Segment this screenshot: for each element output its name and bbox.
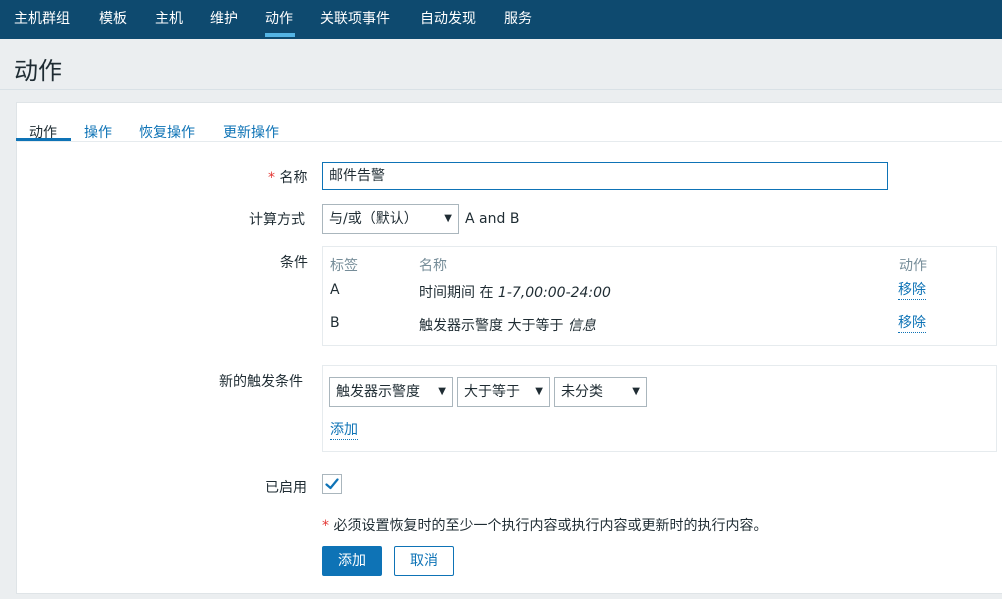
condition-operator-value: 大于等于 — [464, 384, 520, 400]
required-asterisk: * — [322, 518, 329, 534]
add-condition-link[interactable]: 添加 — [330, 422, 358, 440]
add-button[interactable]: 添加 — [322, 546, 382, 576]
required-asterisk: * — [268, 170, 275, 186]
tab-divider — [16, 141, 1002, 142]
nav-item-maintenance[interactable]: 维护 — [210, 0, 238, 39]
new-condition-label: 新的触发条件 — [219, 374, 303, 390]
tab-operations[interactable]: 操作 — [84, 122, 112, 142]
calc-label: 计算方式 — [249, 212, 305, 228]
enabled-checkbox[interactable] — [322, 474, 342, 494]
conditions-label: 条件 — [280, 255, 308, 271]
condition-row-b-name: 触发器示警度 大于等于 信息 — [419, 315, 596, 335]
tab-recovery-operations[interactable]: 恢复操作 — [139, 122, 195, 142]
nav-item-hosts[interactable]: 主机 — [155, 0, 183, 39]
name-input[interactable]: 邮件告警 — [322, 162, 888, 190]
calc-method-select[interactable]: 与/或（默认） ▼ — [322, 204, 459, 234]
condition-value-value: 未分类 — [561, 384, 603, 400]
condition-row-a-remove-link[interactable]: 移除 — [898, 282, 926, 300]
nav-item-templates[interactable]: 模板 — [99, 0, 127, 39]
name-label-text: 名称 — [279, 170, 308, 186]
condition-row-b-remove-link[interactable]: 移除 — [898, 315, 926, 333]
condition-type-value: 触发器示警度 — [336, 384, 420, 400]
condition-operator-select[interactable]: 大于等于 ▼ — [457, 377, 550, 407]
enabled-label: 已启用 — [265, 480, 307, 496]
page-title: 动作 — [14, 57, 62, 85]
dropdown-arrow-icon: ▼ — [632, 386, 640, 397]
nav-item-host-groups[interactable]: 主机群组 — [14, 0, 70, 39]
dropdown-arrow-icon: ▼ — [444, 213, 452, 224]
condition-row-b-name-prefix: 触发器示警度 大于等于 — [419, 318, 568, 334]
calc-method-value: 与/或（默认） — [329, 211, 418, 227]
nav-item-discovery[interactable]: 自动发现 — [420, 0, 476, 39]
condition-type-select[interactable]: 触发器示警度 ▼ — [329, 377, 453, 407]
conditions-header-name: 名称 — [419, 258, 447, 274]
nav-active-indicator — [265, 33, 295, 37]
dropdown-arrow-icon: ▼ — [535, 386, 543, 397]
conditions-header-tag: 标签 — [330, 258, 358, 274]
tab-update-operations[interactable]: 更新操作 — [223, 122, 279, 142]
condition-row-a-name-value: 1-7,00:00-24:00 — [497, 285, 611, 301]
condition-row-b-name-value: 信息 — [567, 318, 596, 334]
top-navigation: 主机群组 模板 主机 维护 动作 关联项事件 自动发现 服务 — [0, 0, 1002, 39]
nav-item-services[interactable]: 服务 — [504, 0, 532, 39]
condition-row-a-name-prefix: 时间期间 在 — [419, 285, 498, 301]
condition-row-b-tag: B — [330, 315, 340, 331]
nav-item-correlation[interactable]: 关联项事件 — [320, 0, 390, 39]
condition-value-select[interactable]: 未分类 ▼ — [554, 377, 647, 407]
condition-row-a-tag: A — [330, 282, 340, 298]
calc-expression: A and B — [465, 211, 520, 227]
title-divider — [0, 89, 1002, 90]
condition-row-a-name: 时间期间 在 1-7,00:00-24:00 — [419, 282, 611, 302]
required-note: * 必须设置恢复时的至少一个执行内容或执行内容或更新时的执行内容。 — [322, 515, 767, 535]
cancel-button[interactable]: 取消 — [394, 546, 454, 576]
conditions-header-action: 动作 — [899, 258, 927, 274]
checkmark-icon — [325, 478, 339, 490]
required-note-text: 必须设置恢复时的至少一个执行内容或执行内容或更新时的执行内容。 — [333, 518, 768, 534]
dropdown-arrow-icon: ▼ — [438, 386, 446, 397]
name-label: * 名称 — [268, 167, 307, 187]
